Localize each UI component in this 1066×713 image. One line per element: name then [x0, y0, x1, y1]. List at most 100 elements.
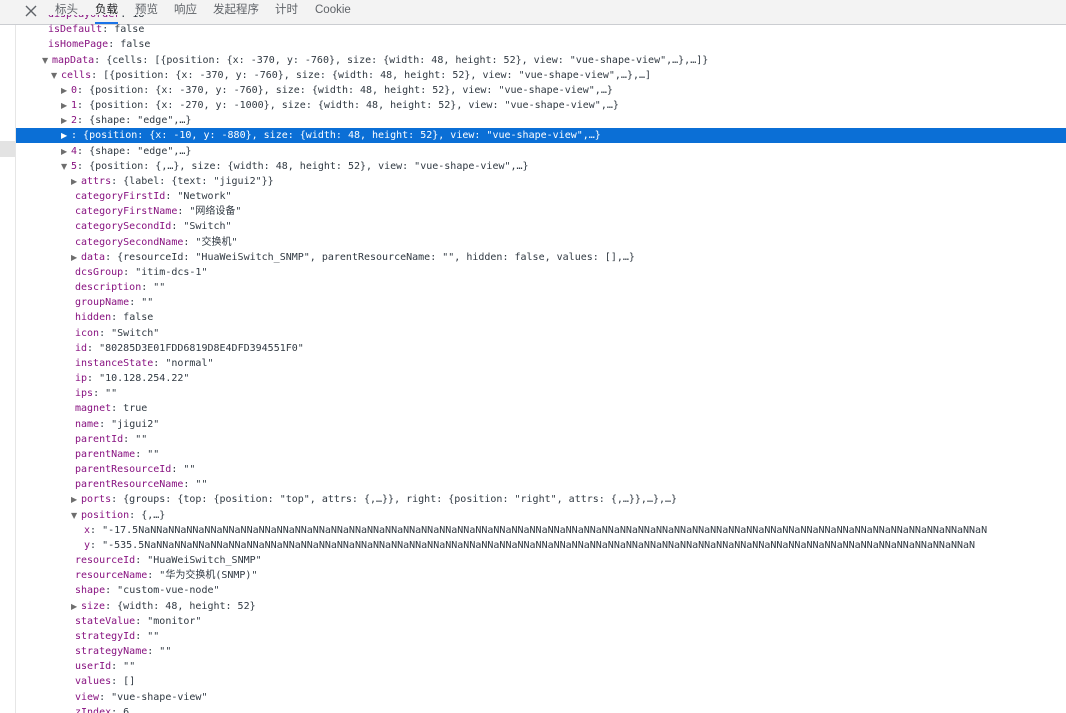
tree-separator: :: [135, 448, 148, 460]
tree-row[interactable]: ▼ mapData: {cells: [{position: {x: -370, …: [16, 53, 1066, 68]
triangle-right-icon[interactable]: ▶: [71, 599, 81, 614]
tree-separator: :: [111, 661, 124, 673]
tree-row[interactable]: parentResourceName: "": [16, 477, 1066, 492]
tree-key: isHomePage: [48, 39, 109, 51]
tree-key: view: [75, 691, 100, 703]
tree-row[interactable]: ▶ 4: {shape: "edge",…}: [16, 144, 1066, 159]
tree-row[interactable]: userId: "": [16, 659, 1066, 674]
tree-value: {shape: "edge",…}: [89, 145, 192, 157]
triangle-right-icon[interactable]: ▶: [61, 83, 71, 98]
tree-row[interactable]: ▶ 0: {position: {x: -370, y: -760}, size:…: [16, 83, 1066, 98]
tree-row[interactable]: strategyName: "": [16, 644, 1066, 659]
triangle-right-icon[interactable]: ▶: [71, 250, 81, 265]
tree-separator: :: [77, 145, 90, 157]
tree-key: instanceState: [75, 357, 154, 369]
triangle-down-icon[interactable]: ▼: [42, 53, 52, 68]
triangle-down-icon[interactable]: ▼: [61, 159, 71, 174]
tree-separator: :: [99, 327, 112, 339]
tree-separator: :: [108, 39, 121, 51]
tree-row[interactable]: x: "-17.5NaNNaNNaNNaNNaNNaNNaNNaNNaNNaNN…: [16, 523, 1066, 538]
tree-row[interactable]: resourceId: "HuaWeiSwitch_SNMP": [16, 553, 1066, 568]
tree-row[interactable]: icon: "Switch": [16, 326, 1066, 341]
tree-row[interactable]: parentResourceId: "": [16, 462, 1066, 477]
tree-row[interactable]: ip: "10.128.254.22": [16, 371, 1066, 386]
tree-value: "": [183, 464, 196, 476]
triangle-right-icon[interactable]: ▶: [61, 98, 71, 113]
tree-separator: :: [129, 297, 142, 309]
tree-row[interactable]: displayOrder: 18: [16, 15, 1066, 22]
tree-key: magnet: [75, 403, 112, 415]
tree-key: mapData: [52, 54, 95, 66]
tree-row[interactable]: strategyId: "": [16, 629, 1066, 644]
tree-row[interactable]: magnet: true: [16, 401, 1066, 416]
tree-value: "": [153, 282, 166, 294]
tree-value: "网络设备": [189, 206, 242, 218]
tree-separator: :: [77, 100, 90, 112]
tree-row[interactable]: dcsGroup: "itim-dcs-1": [16, 265, 1066, 280]
tree-value: "Network": [177, 191, 232, 203]
tree-row[interactable]: shape: "custom-vue-node": [16, 583, 1066, 598]
tree-row[interactable]: id: "80285D3E01FDD6819D8E4DFD394551F0": [16, 341, 1066, 356]
tree-row[interactable]: ▼ position: {,…}: [16, 508, 1066, 523]
tree-row[interactable]: isHomePage: false: [16, 37, 1066, 52]
tree-separator: :: [153, 357, 166, 369]
tree-value: "Switch": [111, 327, 160, 339]
tree-row[interactable]: ▶ data: {resourceId: "HuaWeiSwitch_SNMP",…: [16, 250, 1066, 265]
tree-row[interactable]: ▼ 5: {position: {,…}, size: {width: 48, h…: [16, 159, 1066, 174]
tree-key: parentResourceId: [75, 464, 172, 476]
tree-value: "custom-vue-node": [117, 585, 220, 597]
triangle-right-icon[interactable]: ▶: [61, 113, 71, 128]
tree-row[interactable]: ▼ cells: [{position: {x: -370, y: -760}, …: [16, 68, 1066, 83]
triangle-right-icon[interactable]: ▶: [71, 492, 81, 507]
tree-separator: :: [99, 691, 112, 703]
tree-value: "vue-shape-view": [111, 691, 208, 703]
triangle-right-icon[interactable]: ▶: [61, 144, 71, 159]
tree-value: "华为交换机(SNMP)": [159, 570, 258, 582]
tree-row[interactable]: ▶ ports: {groups: {top: {position: "top",…: [16, 492, 1066, 507]
triangle-right-icon[interactable]: ▶: [71, 174, 81, 189]
tree-row[interactable]: description: "": [16, 280, 1066, 295]
tree-value: "80285D3E01FDD6819D8E4DFD394551F0": [99, 342, 304, 354]
tree-row[interactable]: stateValue: "monitor": [16, 614, 1066, 629]
tree-row[interactable]: groupName: "": [16, 295, 1066, 310]
tree-key: strategyName: [75, 646, 148, 658]
tree-row[interactable]: zIndex: 6: [16, 705, 1066, 713]
tree-row[interactable]: ips: "": [16, 386, 1066, 401]
tree-row[interactable]: hidden: false: [16, 310, 1066, 325]
tree-row[interactable]: parentId: "": [16, 432, 1066, 447]
tree-row[interactable]: parentName: "": [16, 447, 1066, 462]
tree-key: cells: [61, 69, 92, 81]
tree-row[interactable]: ▶ size: {width: 48, height: 52}: [16, 599, 1066, 614]
tree-row[interactable]: name: "jigui2": [16, 417, 1066, 432]
tree-row[interactable]: ▶: {position: {x: -10, y: -880}, size: {…: [16, 128, 1066, 144]
tree-row[interactable]: ▶ 2: {shape: "edge",…}: [16, 113, 1066, 128]
payload-json-tree: displayOrder: 18isDefault: falseisHomePa…: [16, 15, 1066, 713]
triangle-right-icon[interactable]: ▶: [61, 128, 71, 143]
tree-separator: :: [111, 312, 124, 324]
tree-row[interactable]: categoryFirstId: "Network": [16, 189, 1066, 204]
tree-value: "normal": [165, 357, 214, 369]
tree-separator: :: [105, 600, 118, 612]
tree-row[interactable]: ▶ 1: {position: {x: -270, y: -1000}, size…: [16, 98, 1066, 113]
tree-row[interactable]: y: "-535.5NaNNaNNaNNaNNaNNaNNaNNaNNaNNaN…: [16, 538, 1066, 553]
tree-row[interactable]: view: "vue-shape-view": [16, 690, 1066, 705]
tree-row[interactable]: ▶ attrs: {label: {text: "jigui2"}}: [16, 174, 1066, 189]
tree-separator: :: [105, 251, 118, 263]
tree-value: "": [147, 630, 160, 642]
tree-row[interactable]: instanceState: "normal": [16, 356, 1066, 371]
triangle-down-icon[interactable]: ▼: [71, 508, 81, 523]
tree-row[interactable]: values: []: [16, 674, 1066, 689]
tree-separator: :: [111, 676, 124, 688]
tree-key: categoryFirstName: [75, 206, 178, 218]
tree-value: 18: [132, 15, 144, 20]
tree-key: ports: [81, 494, 112, 506]
tree-separator: :: [93, 388, 106, 400]
triangle-down-icon[interactable]: ▼: [51, 68, 61, 83]
tree-separator: :: [183, 236, 196, 248]
tree-row[interactable]: categoryFirstName: "网络设备": [16, 204, 1066, 219]
tree-key: name: [75, 418, 100, 430]
tree-row[interactable]: resourceName: "华为交换机(SNMP)": [16, 568, 1066, 583]
tree-row[interactable]: isDefault: false: [16, 22, 1066, 37]
tree-row[interactable]: categorySecondName: "交换机": [16, 235, 1066, 250]
tree-row[interactable]: categorySecondId: "Switch": [16, 219, 1066, 234]
